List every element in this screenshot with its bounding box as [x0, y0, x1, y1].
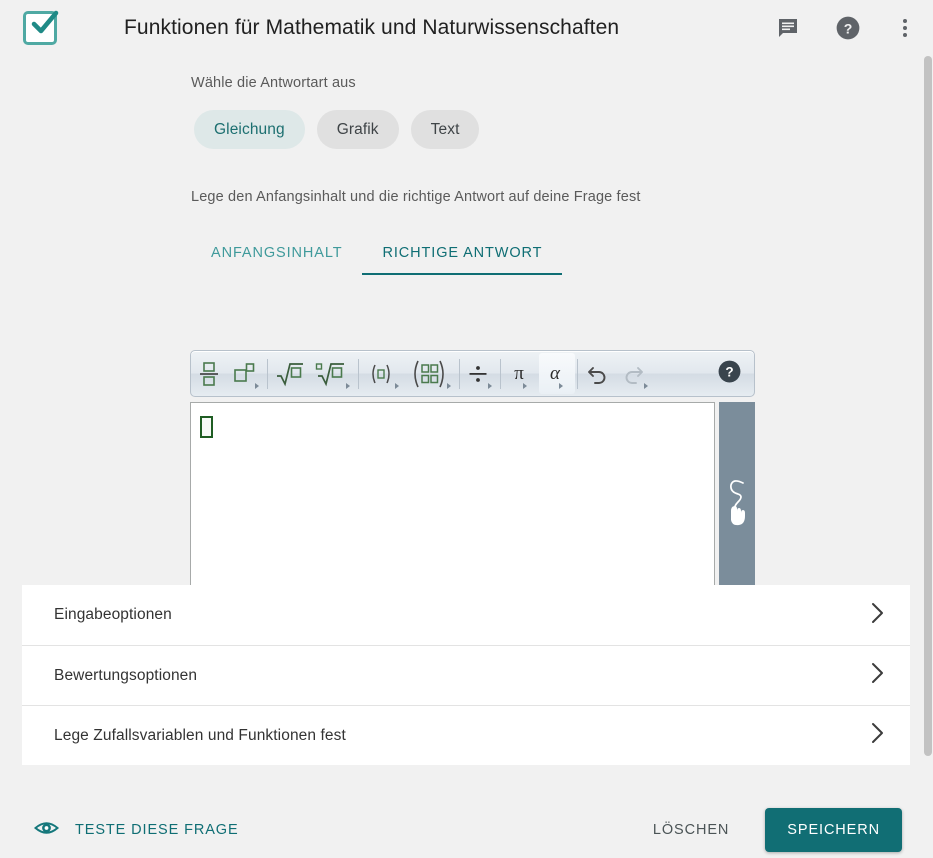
accordion-label: Bewertungsoptionen [54, 666, 198, 684]
scrollbar-thumb[interactable] [924, 56, 932, 756]
check-box-logo-icon [23, 10, 59, 45]
svg-text:?: ? [844, 20, 853, 36]
chevron-down-icon[interactable] [395, 383, 399, 389]
chevron-right-icon[interactable] [869, 600, 886, 631]
nth-root-icon[interactable] [310, 353, 356, 394]
save-button[interactable]: SPEICHERN [765, 808, 902, 852]
pi-icon[interactable]: π [503, 353, 539, 394]
chevron-down-icon[interactable] [447, 383, 451, 389]
toolbar-group-brackets [361, 351, 457, 396]
answer-type-label: Wähle die Antwortart aus [191, 75, 356, 91]
test-question-button[interactable]: TESTE DIESE FRAGE [33, 819, 239, 842]
answer-type-chip-group: Gleichung Grafik Text [194, 110, 480, 149]
app-header: Funktionen für Mathematik und Naturwisse… [0, 0, 933, 56]
footer-actions: TESTE DIESE FRAGE LÖSCHEN SPEICHERN [0, 802, 920, 858]
accordion-label: Lege Zufallsvariablen und Funktionen fes… [54, 726, 346, 744]
chevron-down-icon[interactable] [522, 383, 527, 389]
accordion-zufallsvariablen[interactable]: Lege Zufallsvariablen und Funktionen fes… [22, 705, 910, 765]
toolbar-group-history [580, 351, 654, 396]
divide-icon[interactable] [462, 353, 498, 394]
chevron-down-icon[interactable] [488, 383, 492, 389]
accordion-eingabeoptionen[interactable]: Eingabeoptionen [22, 585, 910, 645]
answer-type-chip-text[interactable]: Text [410, 110, 480, 149]
toolbar-divider [577, 358, 578, 389]
redo-icon[interactable] [616, 353, 654, 394]
app-logo[interactable] [12, 10, 68, 45]
header-actions: ? [775, 15, 933, 41]
math-toolbar-help-icon[interactable]: ? [717, 359, 742, 389]
math-editor: π α ? [190, 350, 755, 601]
editor-tabs: ANFANGSINHALT RICHTIGE ANTWORT [191, 245, 563, 275]
fraction-icon[interactable] [191, 353, 227, 394]
math-input-row [190, 402, 755, 601]
toolbar-group-roots [270, 351, 356, 396]
toolbar-divider [358, 358, 359, 389]
answer-type-chip-gleichung[interactable]: Gleichung [194, 110, 305, 149]
svg-text:?: ? [725, 364, 733, 379]
accordion-bewertungsoptionen[interactable]: Bewertungsoptionen [22, 645, 910, 705]
undo-icon[interactable] [580, 353, 616, 394]
checkmark-icon [31, 10, 59, 34]
test-question-label: TESTE DIESE FRAGE [75, 822, 239, 838]
options-accordion-list: Eingabeoptionen Bewertungsoptionen Lege … [22, 585, 910, 765]
initial-content-label: Lege den Anfangsinhalt und die richtige … [191, 189, 641, 205]
square-root-icon[interactable] [270, 353, 310, 394]
eye-icon [33, 819, 60, 842]
footer-right-actions: LÖSCHEN SPEICHERN [639, 808, 902, 852]
answer-type-chip-grafik[interactable]: Grafik [316, 110, 399, 149]
toolbar-divider [267, 358, 268, 389]
alpha-icon[interactable]: α [539, 353, 575, 394]
chevron-down-icon[interactable] [558, 383, 563, 389]
chevron-down-icon[interactable] [255, 383, 259, 389]
more-vert-icon[interactable] [895, 15, 915, 41]
toolbar-group-structures [191, 351, 265, 396]
help-circle-icon[interactable]: ? [835, 15, 861, 41]
handwriting-input-icon[interactable] [719, 402, 755, 601]
accordion-label: Eingabeoptionen [54, 606, 172, 623]
toolbar-group-symbols: π α [503, 351, 575, 396]
math-toolbar: π α ? [190, 350, 755, 397]
chevron-down-icon[interactable] [644, 383, 648, 389]
toolbar-divider [459, 358, 460, 389]
page-scrollbar[interactable] [920, 56, 933, 858]
tab-anfangsinhalt[interactable]: ANFANGSINHALT [191, 245, 362, 275]
toolbar-group-operators [462, 351, 498, 396]
app-root: Funktionen für Mathematik und Naturwisse… [0, 0, 933, 858]
toolbar-divider [500, 358, 501, 389]
exponent-icon[interactable] [227, 353, 265, 394]
page-title: Funktionen für Mathematik und Naturwisse… [124, 16, 620, 39]
main-content: Wähle die Antwortart aus Gleichung Grafi… [0, 56, 920, 858]
delete-button[interactable]: LÖSCHEN [639, 812, 743, 848]
matrix-icon[interactable] [405, 353, 457, 394]
chevron-right-icon[interactable] [869, 660, 886, 691]
tab-richtige-antwort[interactable]: RICHTIGE ANTWORT [362, 245, 563, 275]
chevron-down-icon[interactable] [346, 383, 350, 389]
feedback-icon[interactable] [775, 15, 801, 41]
empty-box-cursor-icon [200, 416, 213, 438]
chevron-right-icon[interactable] [869, 720, 886, 751]
math-input-field[interactable] [190, 402, 715, 597]
parentheses-icon[interactable] [361, 353, 405, 394]
